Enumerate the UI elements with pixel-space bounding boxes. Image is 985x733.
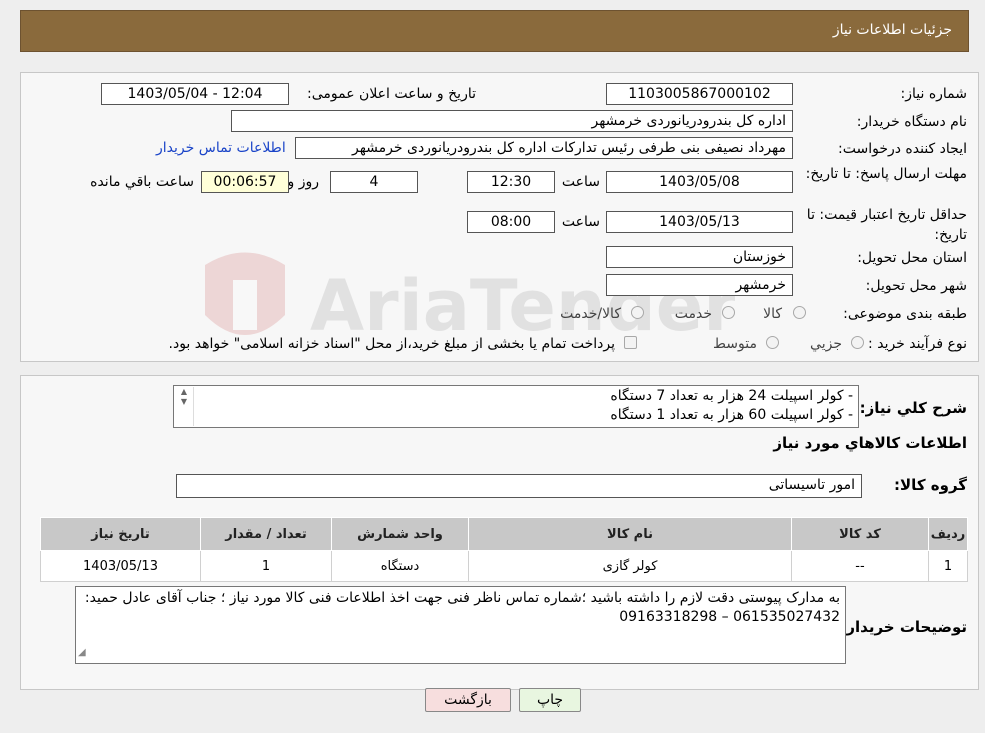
reply-date-field: 1403/05/08 xyxy=(606,171,793,193)
creator-field: مهرداد نصیفی بنی طرفی رئیس تدارکات اداره… xyxy=(295,137,793,159)
col-unit: واحد شمارش xyxy=(331,517,469,551)
textarea-scrollbar[interactable]: ▲ ▼ xyxy=(175,387,194,426)
col-row: رديف xyxy=(928,517,968,551)
buyer-org-label: نام دستگاه خریدار: xyxy=(856,114,967,130)
goods-info-heading: اطلاعات کالاهاي مورد نياز xyxy=(773,434,967,452)
goods-table: رديف کد کالا نام کالا واحد شمارش تعداد /… xyxy=(40,517,968,582)
process-label: نوع فرآیند خرید : xyxy=(868,336,967,352)
description-line-2: - کولر اسپیلت 60 هزار به تعداد 1 دستگاه xyxy=(610,407,853,423)
reply-time-field: 12:30 xyxy=(467,171,555,193)
category-option-goods-service: کالا/خدمت xyxy=(560,306,621,322)
col-quantity: تعداد / مقدار xyxy=(200,517,332,551)
cell-quantity: 1 xyxy=(200,550,332,582)
process-radio-minor[interactable] xyxy=(851,336,864,349)
buyer-notes-label: توضيحات خريدار: xyxy=(840,618,967,636)
process-checkbox-treasury[interactable] xyxy=(624,336,637,349)
reply-deadline-label: مهلت ارسال پاسخ: تا تاریخ: xyxy=(805,166,967,182)
description-line-1: - کولر اسپیلت 24 هزار به تعداد 7 دستگاه xyxy=(610,388,853,404)
days-field: 4 xyxy=(330,171,418,193)
goods-group-label: گروه کالا: xyxy=(894,476,967,494)
process-note: پرداخت تمام یا بخشی از مبلغ خرید،از محل … xyxy=(168,336,615,352)
page-header: جزئیات اطلاعات نیاز xyxy=(20,10,969,52)
description-label: شرح کلي نياز: xyxy=(859,399,967,417)
cell-name: کولر گازی xyxy=(468,550,792,582)
reply-time-label: ساعت xyxy=(561,174,600,190)
category-radio-service[interactable] xyxy=(722,306,735,319)
cell-row: 1 xyxy=(928,550,968,582)
resize-handle-icon[interactable]: ◢ xyxy=(78,643,86,662)
announce-field: 1403/05/04 - 12:04 xyxy=(101,83,289,105)
category-option-goods: کالا xyxy=(763,306,782,322)
need-number-label: شماره نیاز: xyxy=(900,86,968,102)
page-title: جزئیات اطلاعات نیاز xyxy=(832,22,952,38)
cell-unit: دستگاه xyxy=(331,550,469,582)
category-option-service: خدمت xyxy=(674,306,712,322)
col-need-date: تاریخ نیاز xyxy=(40,517,201,551)
days-label: روز و xyxy=(287,174,320,190)
buyer-notes-textarea[interactable]: به مدارک پیوستی دقت لازم را داشته باشید … xyxy=(75,586,846,664)
print-button[interactable]: چاپ xyxy=(519,688,581,712)
process-radio-medium[interactable] xyxy=(766,336,779,349)
price-valid-label: حداقل تاریخ اعتبار قیمت: تا تاریخ: xyxy=(806,207,967,243)
col-code: کد کالا xyxy=(791,517,929,551)
col-name: نام کالا xyxy=(468,517,792,551)
creator-label: ایجاد کننده درخواست: xyxy=(838,141,967,157)
category-label: طبقه بندی موضوعی: xyxy=(843,306,967,322)
buyer-notes-text: به مدارک پیوستی دقت لازم را داشته باشید … xyxy=(84,590,840,625)
city-field: خرمشهر xyxy=(606,274,793,296)
goods-group-field: امور تاسیساتی xyxy=(176,474,862,498)
table-row: 1 -- کولر گازی دستگاه 1 1403/05/13 xyxy=(40,550,968,582)
province-label: استان محل تحویل: xyxy=(857,250,967,266)
buyer-org-field: اداره کل بندرودریانوردی خرمشهر xyxy=(231,110,793,132)
buyer-contact-link[interactable]: اطلاعات تماس خریدار xyxy=(156,140,286,156)
province-field: خوزستان xyxy=(606,246,793,268)
category-radio-goods-service[interactable] xyxy=(631,306,644,319)
price-valid-time-label: ساعت xyxy=(561,214,600,230)
description-textarea[interactable]: - کولر اسپیلت 24 هزار به تعداد 7 دستگاه … xyxy=(173,385,859,428)
cell-code: -- xyxy=(791,550,929,582)
remaining-time-field: 00:06:57 xyxy=(201,171,289,193)
process-option-minor: جزيي xyxy=(810,336,842,352)
need-number-field: 1103005867000102 xyxy=(606,83,793,105)
back-button[interactable]: بازگشت xyxy=(425,688,511,712)
category-radio-goods[interactable] xyxy=(793,306,806,319)
process-option-medium: متوسط xyxy=(713,336,757,352)
cell-need-date: 1403/05/13 xyxy=(40,550,201,582)
remaining-label: ساعت باقي مانده xyxy=(90,174,194,190)
price-valid-time-field: 08:00 xyxy=(467,211,555,233)
goods-table-header: رديف کد کالا نام کالا واحد شمارش تعداد /… xyxy=(40,517,968,551)
price-valid-date-field: 1403/05/13 xyxy=(606,211,793,233)
city-label: شهر محل تحویل: xyxy=(865,278,967,294)
announce-label: تاریخ و ساعت اعلان عمومی: xyxy=(307,86,476,102)
